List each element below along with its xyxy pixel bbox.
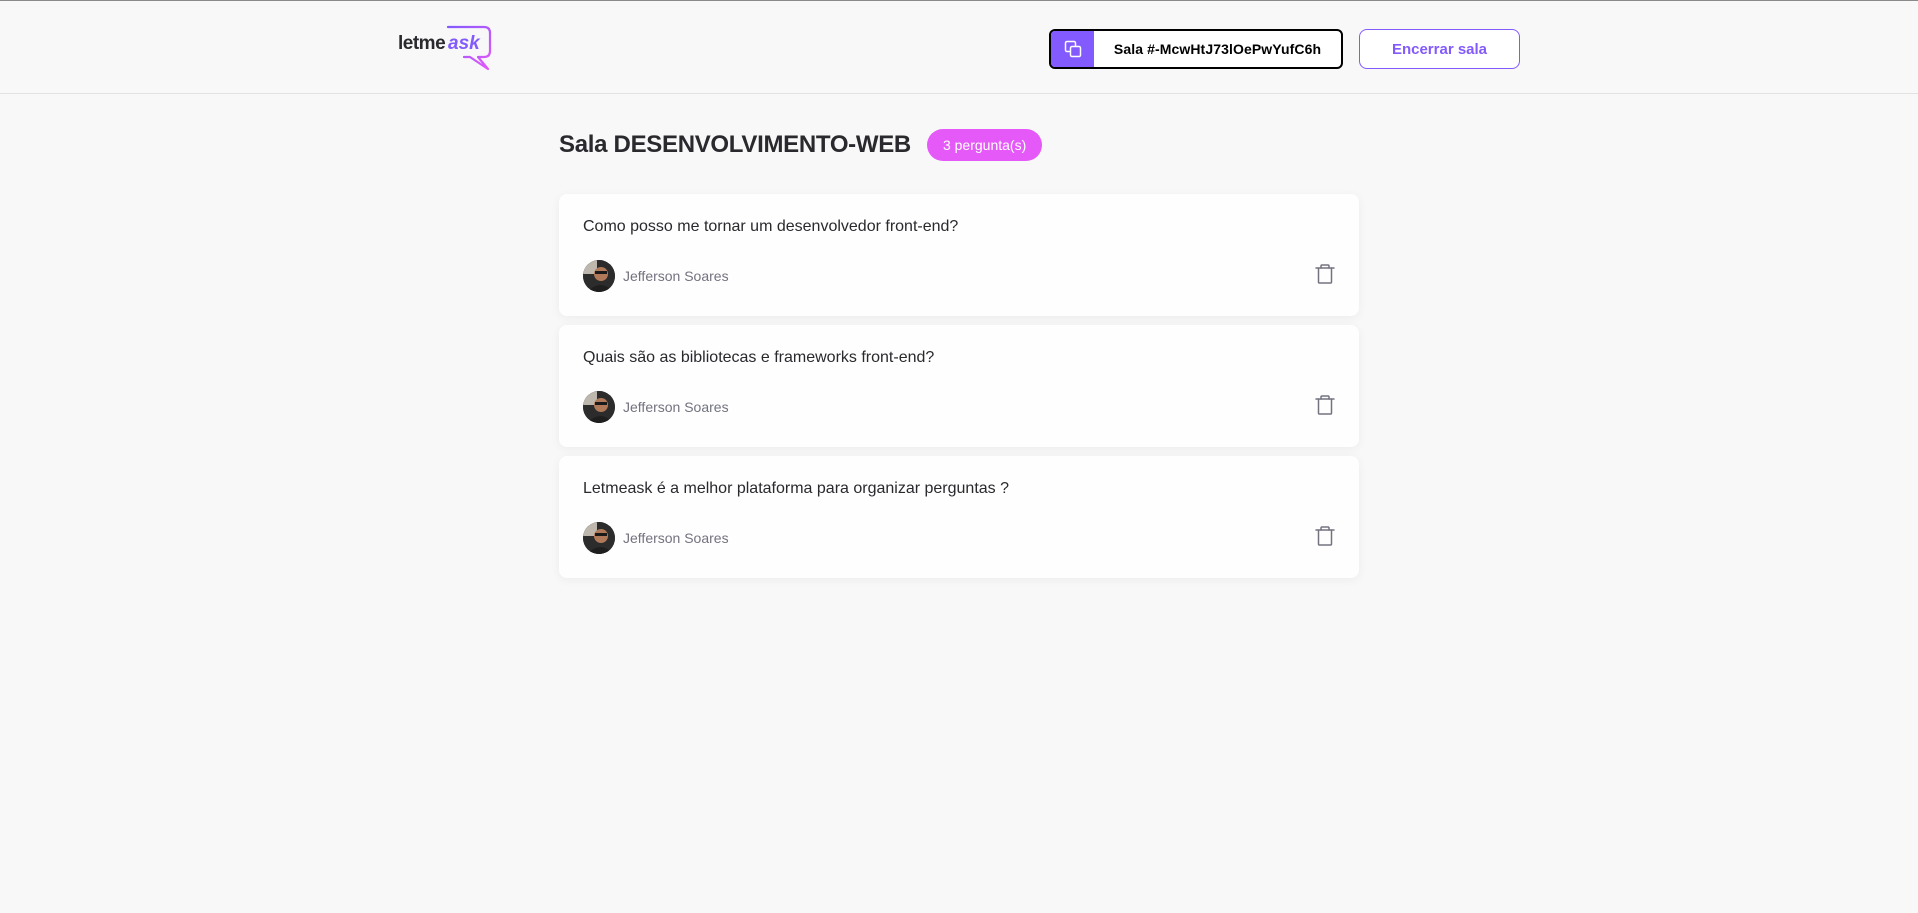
- delete-question-button[interactable]: [1313, 393, 1337, 417]
- room-title-row: Sala DESENVOLVIMENTO-WEB 3 pergunta(s): [559, 128, 1043, 162]
- author-name: Jefferson Soares: [623, 268, 729, 284]
- question-card: Como posso me tornar um desenvolvedor fr…: [559, 194, 1359, 316]
- letmeask-logo[interactable]: letme ask: [397, 23, 493, 71]
- trash-icon: [1315, 395, 1335, 415]
- avatar: [583, 260, 615, 292]
- delete-question-button[interactable]: [1313, 262, 1337, 286]
- question-card: Quais são as bibliotecas e frameworks fr…: [559, 325, 1359, 447]
- trash-icon: [1315, 264, 1335, 284]
- page-header: letme ask Sala #-McwHtJ73lOePwYufC6h Enc…: [0, 1, 1918, 94]
- logo-text-letme: letme: [398, 33, 446, 54]
- avatar: [583, 391, 615, 423]
- logo-text-ask: ask: [448, 33, 480, 54]
- question-author: Jefferson Soares: [583, 522, 729, 554]
- page-title: Sala DESENVOLVIMENTO-WEB: [559, 131, 911, 158]
- delete-question-button[interactable]: [1313, 524, 1337, 548]
- room-code-text: Sala #-McwHtJ73lOePwYufC6h: [1113, 41, 1322, 57]
- question-text: Quais são as bibliotecas e frameworks fr…: [583, 349, 935, 366]
- question-author: Jefferson Soares: [583, 391, 729, 423]
- copy-icon: [1064, 40, 1081, 58]
- question-text: Letmeask é a melhor plataforma para orga…: [583, 480, 1010, 497]
- avatar: [583, 522, 615, 554]
- room-code-copy-button[interactable]: Sala #-McwHtJ73lOePwYufC6h: [1049, 29, 1343, 69]
- question-text: Como posso me tornar um desenvolvedor fr…: [583, 218, 959, 235]
- question-author: Jefferson Soares: [583, 260, 729, 292]
- copy-icon-box: [1051, 31, 1094, 67]
- trash-icon: [1315, 526, 1335, 546]
- author-name: Jefferson Soares: [623, 530, 729, 546]
- author-name: Jefferson Soares: [623, 399, 729, 415]
- close-room-button[interactable]: Encerrar sala: [1359, 29, 1520, 69]
- question-count-badge: 3 pergunta(s): [926, 129, 1043, 161]
- question-card: Letmeask é a melhor plataforma para orga…: [559, 456, 1359, 578]
